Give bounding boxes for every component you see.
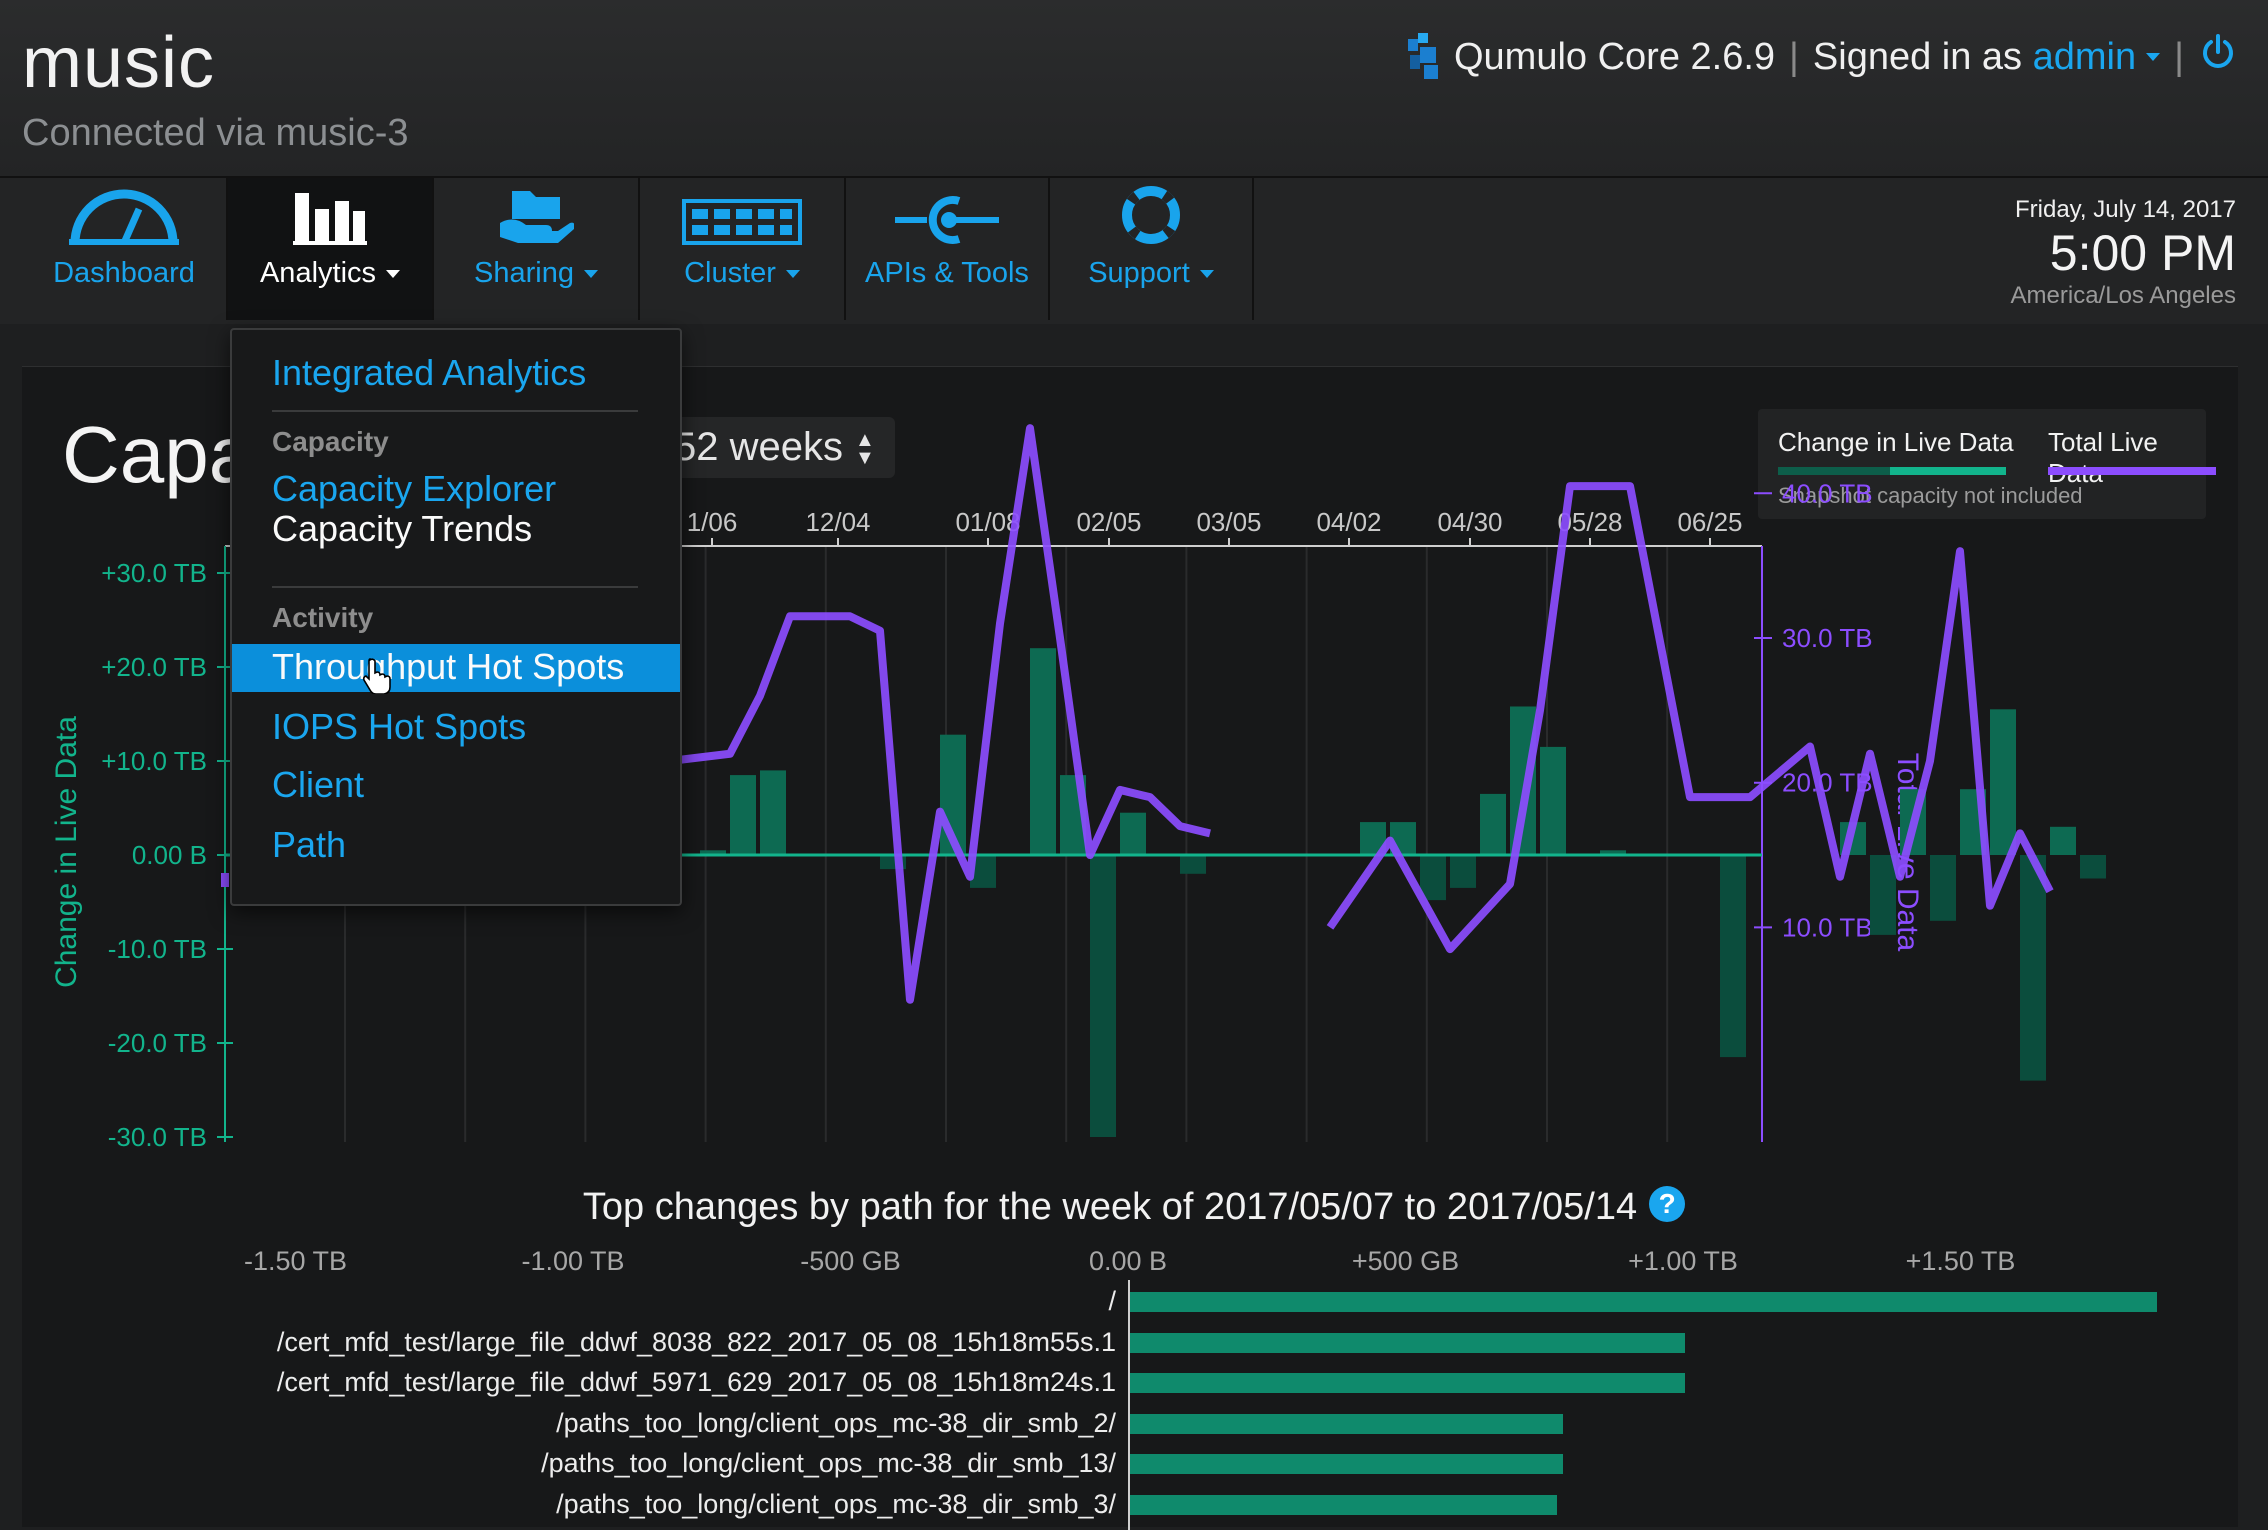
y2-tick-label: 30.0 TB xyxy=(1782,623,1873,653)
menu-client[interactable]: Client xyxy=(272,764,364,806)
path-change-bar[interactable] xyxy=(1130,1413,1563,1434)
path-change-bar[interactable] xyxy=(1130,1373,1685,1393)
y-tick-label: +10.0 TB xyxy=(101,746,207,776)
change-bar xyxy=(1990,709,2016,855)
y-axis-title: Change in Live Data xyxy=(50,716,83,988)
analytics-dropdown: Integrated Analytics Capacity Capacity E… xyxy=(230,328,682,906)
x-tick-label: -1.00 TB xyxy=(521,1246,625,1276)
x-tick-label: +1.50 TB xyxy=(1905,1246,2016,1276)
y-tick-label: +20.0 TB xyxy=(101,652,207,682)
path-label[interactable]: /cert_mfd_test/large_file_ddwf_8038_822_… xyxy=(277,1327,1116,1358)
x-tick-label: +500 GB xyxy=(1351,1246,1460,1276)
change-bar xyxy=(2080,855,2106,879)
y2-tick-label: 10.0 TB xyxy=(1782,912,1873,942)
path-label[interactable]: / xyxy=(1108,1286,1116,1317)
change-bar xyxy=(1120,812,1146,855)
change-bar xyxy=(1720,855,1746,1058)
change-bar xyxy=(1930,855,1956,921)
path-change-bar[interactable] xyxy=(1130,1332,1685,1353)
change-bar xyxy=(1420,855,1446,901)
menu-integrated-analytics[interactable]: Integrated Analytics xyxy=(272,352,586,394)
total-line-start xyxy=(221,873,229,887)
change-bar xyxy=(730,775,756,855)
divider xyxy=(272,410,638,412)
x-tick-label: 03/05 xyxy=(1196,507,1261,537)
x-tick-label: -500 GB xyxy=(800,1246,901,1276)
change-bar xyxy=(2020,855,2046,1081)
x-tick-label: 1/06 xyxy=(687,507,738,537)
x-tick-label: 02/05 xyxy=(1076,507,1141,537)
change-bar xyxy=(1510,706,1536,855)
menu-capacity-trends[interactable]: Capacity Trends xyxy=(272,508,532,550)
x-tick-label: +1.00 TB xyxy=(1628,1246,1738,1276)
path-change-bar[interactable] xyxy=(1130,1454,1563,1474)
menu-capacity-explorer[interactable]: Capacity Explorer xyxy=(272,468,556,510)
menu-heading-capacity: Capacity xyxy=(272,426,389,457)
path-change-bar[interactable] xyxy=(1130,1292,2157,1312)
x-tick-label: 04/30 xyxy=(1437,507,1502,537)
change-bar xyxy=(1540,746,1566,855)
change-bar xyxy=(2050,826,2076,855)
path-label[interactable]: /paths_too_long/client_ops_mc-38_dir_smb… xyxy=(556,1408,1116,1439)
x-tick-label: 0.00 B xyxy=(1088,1246,1168,1276)
change-bar xyxy=(1030,648,1056,855)
menu-iops-hot-spots[interactable]: IOPS Hot Spots xyxy=(272,706,526,748)
y-tick-label: -10.0 TB xyxy=(108,934,207,964)
divider xyxy=(272,586,638,588)
menu-path[interactable]: Path xyxy=(272,824,346,866)
path-label[interactable]: /paths_too_long/client_ops_mc-38_dir_smb… xyxy=(541,1448,1116,1479)
help-icon[interactable]: ? xyxy=(1649,1186,1686,1222)
x-tick-label: 12/04 xyxy=(805,507,870,537)
x-tick-label: -1.50 TB xyxy=(243,1246,348,1276)
y-tick-label: 0.00 B xyxy=(132,840,207,870)
menu-throughput-hot-spots[interactable]: Throughput Hot Spots xyxy=(272,646,624,688)
path-label[interactable]: /cert_mfd_test/large_file_ddwf_5971_629_… xyxy=(277,1367,1116,1398)
change-bar xyxy=(1480,793,1506,855)
top-changes-title: Top changes by path for the week of 2017… xyxy=(0,1186,2268,1229)
y-tick-label: +30.0 TB xyxy=(101,558,207,588)
change-bar xyxy=(1870,855,1896,935)
change-bar xyxy=(1090,855,1116,1137)
change-bar xyxy=(1180,855,1206,874)
path-label[interactable]: /paths_too_long/client_ops_mc-38_dir_smb… xyxy=(556,1489,1116,1520)
change-bar xyxy=(1450,855,1476,888)
change-bar xyxy=(760,770,786,855)
x-tick-label: 04/02 xyxy=(1316,507,1381,537)
zero-axis xyxy=(1128,1280,1130,1530)
y-tick-label: -20.0 TB xyxy=(108,1028,207,1058)
path-change-bar[interactable] xyxy=(1130,1494,1558,1515)
top-changes-title-text: Top changes by path for the week of 2017… xyxy=(582,1186,1638,1228)
menu-heading-activity: Activity xyxy=(272,602,374,633)
hand-cursor-icon xyxy=(362,658,391,694)
y-tick-label: -30.0 TB xyxy=(108,1122,207,1152)
x-tick-label: 06/25 xyxy=(1677,507,1742,537)
y2-tick-label: 40.0 TB xyxy=(1782,478,1873,508)
